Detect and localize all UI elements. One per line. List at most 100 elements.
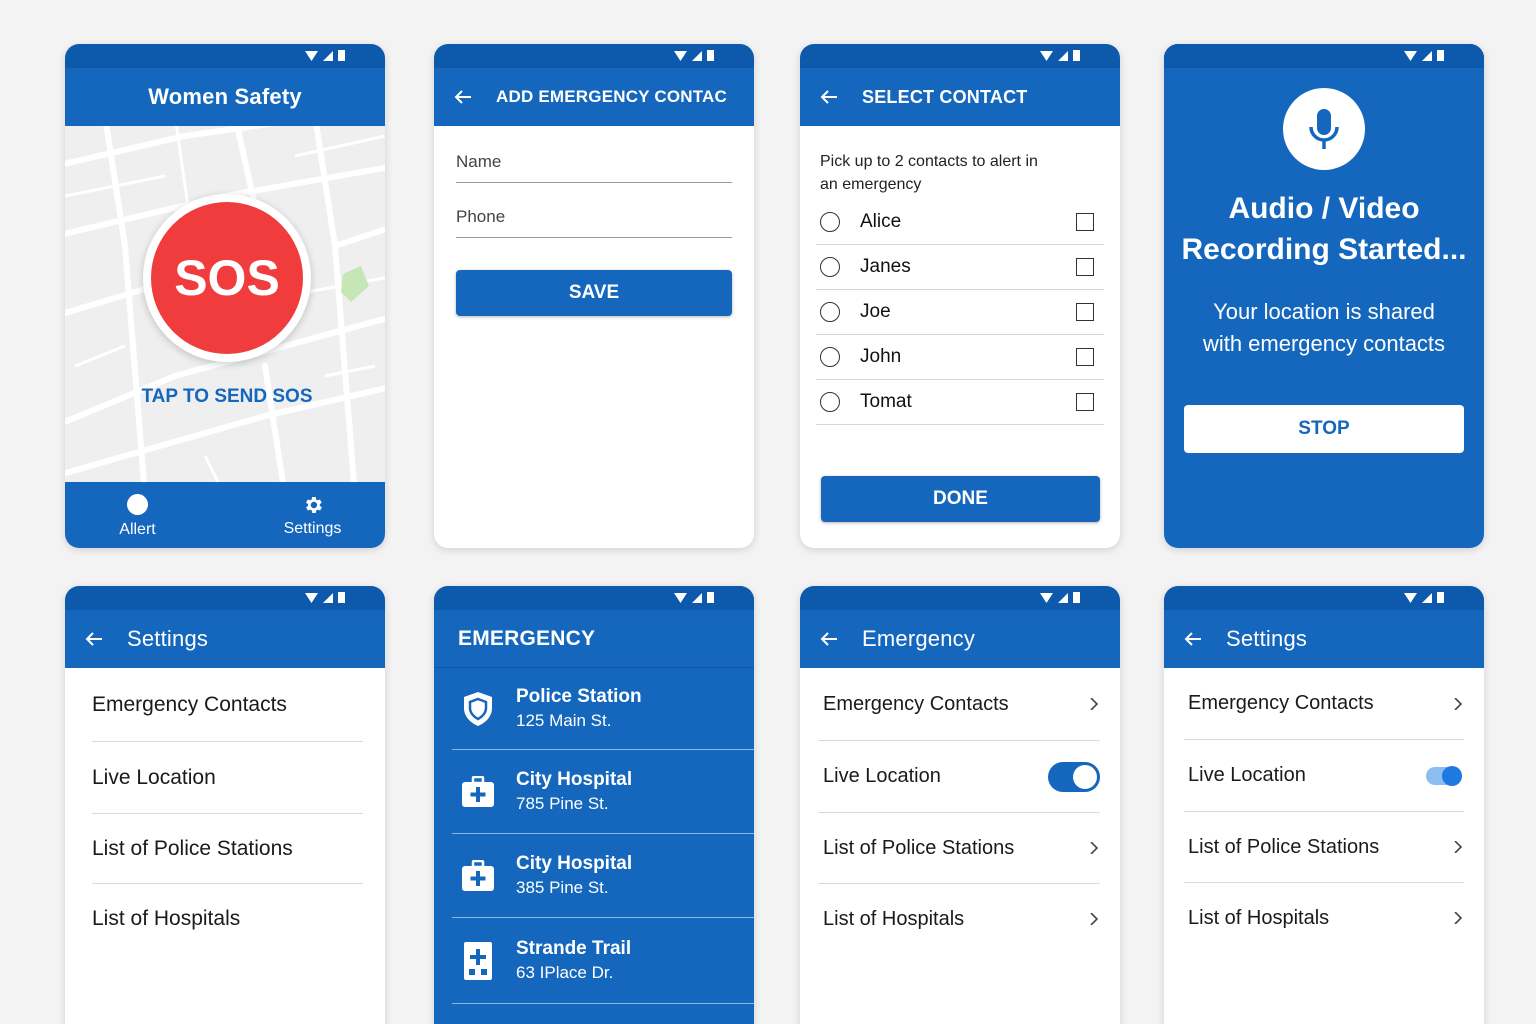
settings-item-emergency-contacts[interactable]: Emergency Contacts	[92, 668, 363, 742]
chevron-right-icon	[1090, 698, 1099, 710]
recording-heading: Audio / Video Recording Started...	[1181, 192, 1467, 266]
settings-item-emergency-contacts[interactable]: Emergency Contacts	[1184, 668, 1464, 740]
sos-circle: SOS	[151, 202, 303, 354]
checkbox[interactable]	[1076, 258, 1094, 276]
place-text: Police Station 125 Main St.	[516, 686, 642, 731]
back-arrow-icon[interactable]	[820, 88, 838, 106]
status-bar	[800, 44, 1120, 68]
battery-icon	[1073, 50, 1080, 61]
signal-icon	[692, 592, 702, 603]
checkbox[interactable]	[1076, 348, 1094, 366]
item-label: Emergency Contacts	[92, 692, 287, 716]
screen-select-contact: SELECT CONTACT Pick up to 2 contacts to …	[800, 44, 1120, 548]
hospital-building-icon	[458, 941, 498, 981]
save-button[interactable]: SAVE	[456, 270, 732, 316]
status-bar	[1164, 586, 1484, 610]
status-icons	[1404, 592, 1444, 603]
contact-row[interactable]: Joe	[816, 290, 1104, 335]
checkbox[interactable]	[1076, 393, 1094, 411]
place-row[interactable]: Police Station 125 Main St.	[452, 668, 754, 750]
hospital-kit-icon	[458, 856, 498, 896]
back-arrow-icon[interactable]	[1184, 630, 1202, 648]
settings-item-hospitals[interactable]: List of Hospitals	[92, 884, 363, 954]
app-bar: Settings	[65, 610, 385, 668]
battery-icon	[707, 50, 714, 61]
radio-button[interactable]	[820, 257, 840, 277]
radio-button[interactable]	[820, 347, 840, 367]
contact-name: Joe	[860, 301, 891, 322]
back-arrow-icon[interactable]	[85, 630, 103, 648]
settings-list: Emergency Contacts Live Location List of…	[800, 668, 1120, 954]
app-bar: Settings	[1164, 610, 1484, 668]
status-icons	[674, 50, 714, 61]
live-location-toggle[interactable]	[1048, 761, 1100, 792]
settings-item-live-location[interactable]: Live Location	[818, 741, 1100, 813]
contact-form: Name Phone SAVE	[434, 126, 754, 316]
live-location-toggle[interactable]	[1426, 765, 1462, 786]
contact-row[interactable]: Alice	[816, 200, 1104, 245]
instruction-text: Pick up to 2 contacts to alert in an eme…	[820, 153, 1038, 193]
back-arrow-icon[interactable]	[820, 630, 838, 648]
contact-name: Tomat	[860, 391, 912, 412]
settings-item-live-location[interactable]: Live Location	[1184, 740, 1464, 812]
settings-item-emergency-contacts[interactable]: Emergency Contacts	[818, 668, 1100, 741]
done-button[interactable]: DONE	[821, 476, 1100, 522]
radio-button[interactable]	[820, 392, 840, 412]
place-row[interactable]: City Hospital 785 Pine St.	[452, 750, 754, 834]
radio-button[interactable]	[820, 212, 840, 232]
phone-field[interactable]: Phone	[456, 183, 732, 238]
back-arrow-icon[interactable]	[454, 88, 472, 106]
chevron-right-icon	[1454, 697, 1463, 710]
settings-item-police-stations[interactable]: List of Police Stations	[92, 814, 363, 884]
place-name: Police Station	[516, 686, 642, 707]
contact-row[interactable]: Tomat	[816, 380, 1104, 425]
status-icons	[305, 50, 345, 61]
wifi-icon	[305, 50, 318, 61]
item-label: List of Police Stations	[823, 836, 1015, 859]
place-text: City Hospital 385 Pine St.	[516, 853, 632, 898]
contact-name: Alice	[860, 211, 902, 232]
stop-button[interactable]: STOP	[1184, 405, 1464, 453]
battery-icon	[1073, 592, 1080, 603]
app-bar: Emergency	[800, 610, 1120, 668]
item-label: Live Location	[1188, 764, 1306, 786]
signal-icon	[692, 50, 702, 61]
app-bar: Women Safety	[65, 68, 385, 126]
item-label: Emergency Contacts	[1188, 692, 1374, 714]
settings-item-police-stations[interactable]: List of Police Stations	[1184, 812, 1464, 883]
screen-women-safety: Women Safety SOS TAP TO SEND SOS Allert …	[65, 44, 385, 548]
settings-item-live-location[interactable]: Live Location	[92, 742, 363, 814]
settings-item-hospitals[interactable]: List of Hospitals	[818, 884, 1100, 954]
item-label: List of Hospitals	[1188, 906, 1330, 929]
location-shared-message: Your location is shared with emergency c…	[1202, 299, 1446, 356]
checkbox[interactable]	[1076, 303, 1094, 321]
place-row[interactable]: City Hospital 385 Pine St.	[452, 834, 754, 918]
checkbox[interactable]	[1076, 213, 1094, 231]
app-bar: SELECT CONTACT	[800, 68, 1120, 126]
signal-icon	[1058, 50, 1068, 61]
radio-button[interactable]	[820, 302, 840, 322]
contact-row[interactable]: Janes	[816, 245, 1104, 290]
sos-label: SOS	[174, 250, 280, 306]
name-field[interactable]: Name	[456, 126, 732, 183]
nav-item-settings[interactable]: Settings	[210, 482, 385, 548]
settings-item-hospitals[interactable]: List of Hospitals	[1184, 883, 1464, 953]
gear-icon	[305, 497, 322, 513]
nav-item-alert[interactable]: Allert	[65, 482, 210, 548]
place-address: 63 IPlace Dr.	[516, 963, 614, 982]
place-address: 385 Pine St.	[516, 878, 609, 897]
screen-settings-plain: Settings Emergency Contacts Live Locatio…	[65, 586, 385, 1024]
screen-title: Settings	[127, 626, 209, 651]
status-bar	[434, 44, 754, 68]
app-bar: EMERGENCY	[434, 610, 754, 668]
settings-item-police-stations[interactable]: List of Police Stations	[818, 813, 1100, 884]
place-row[interactable]: Strande Trail 63 IPlace Dr.	[452, 918, 754, 1004]
map-view[interactable]: SOS TAP TO SEND SOS	[65, 126, 385, 482]
wifi-icon	[1404, 592, 1417, 603]
place-text: Strande Trail 63 IPlace Dr.	[516, 938, 631, 983]
sos-button[interactable]: SOS	[143, 194, 311, 362]
chevron-right-icon	[1090, 913, 1099, 925]
contact-row[interactable]: John	[816, 335, 1104, 380]
signal-icon	[323, 592, 333, 603]
bottom-nav: Allert Settings	[65, 482, 385, 548]
